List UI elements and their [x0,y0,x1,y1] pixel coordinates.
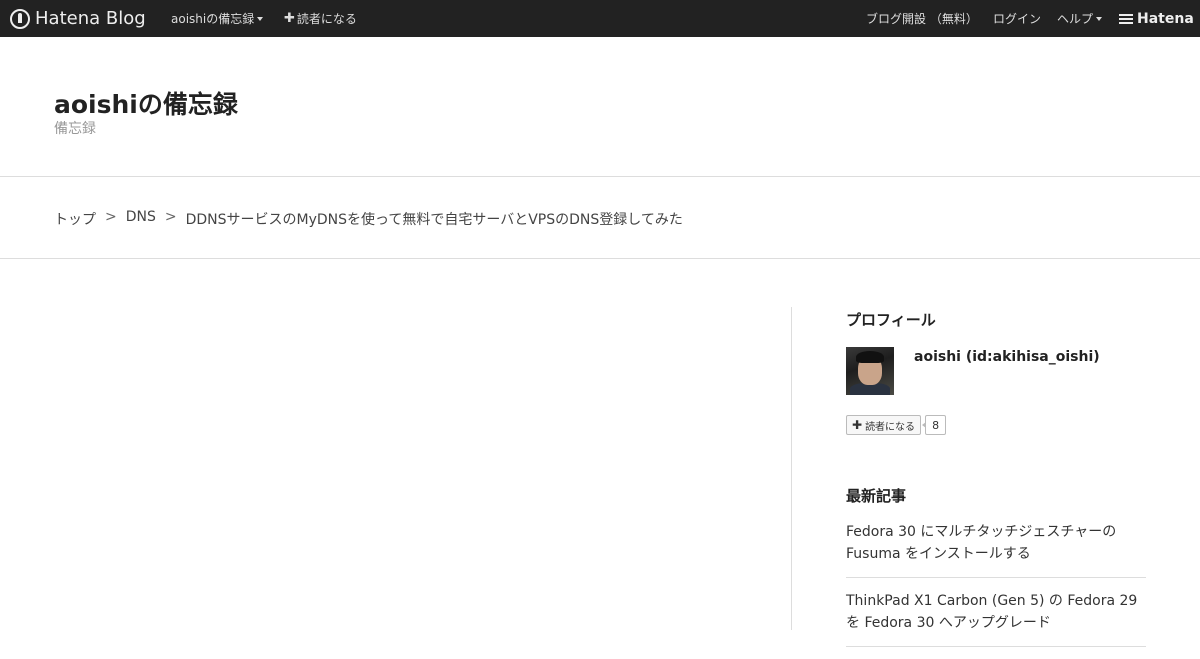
list-item[interactable]: Fedora 30 にマルチタッチジェスチャーの Fusuma をインストールす… [846,521,1146,578]
breadcrumb-separator: > [105,209,117,225]
hatena-logo-icon [1119,13,1133,24]
subscribe-button[interactable]: ✚ 読者になる [284,0,357,37]
logo-text: Hatena Blog [35,8,146,29]
subscriber-count[interactable]: 8 [922,415,947,435]
list-item[interactable]: ThinkPad X1 Carbon (Gen 5) の Fedora 29 を… [846,590,1146,647]
breadcrumb-top[interactable]: トップ [54,209,96,229]
profile-name[interactable]: aoishi (id:akihisa_oishi) [914,349,1100,365]
hatena-brand-link[interactable]: Hatena [1119,0,1194,37]
blog-menu-dropdown[interactable]: aoishiの備忘録 [171,0,264,37]
breadcrumb-category[interactable]: DNS [126,209,156,229]
chevron-down-icon [1096,16,1103,21]
recent-entries-title: 最新記事 [846,487,907,505]
profile-subscribe-button[interactable]: ✚ 読者になる [846,415,922,435]
plus-icon: ✚ [284,11,295,26]
global-header: Hatena Blog aoishiの備忘録 ✚ 読者になる ブログ開設 （無料… [0,0,1200,37]
hatena-blog-logo[interactable]: Hatena Blog [10,0,146,37]
breadcrumb-separator: > [164,209,177,225]
blog-description: 備忘録 [54,121,96,137]
blog-header: aoishiの備忘録 備忘録 [0,37,1200,177]
open-blog-link[interactable]: ブログ開設 （無料） [866,0,978,37]
recent-entries-list: Fedora 30 にマルチタッチジェスチャーの Fusuma をインストールす… [846,521,1146,659]
help-dropdown[interactable]: ヘルプ [1057,0,1103,37]
profile-subscribe: ✚ 読者になる 8 [846,415,947,435]
chevron-down-icon [257,16,264,21]
avatar[interactable] [846,347,894,395]
help-label: ヘルプ [1057,12,1094,26]
subscribe-label: 読者になる [296,12,357,26]
plus-icon: ✚ [852,418,863,432]
login-link[interactable]: ログイン [993,0,1041,37]
blog-menu-label: aoishiの備忘録 [171,12,255,26]
profile-subscribe-label: 読者になる [865,421,916,433]
breadcrumb: トップ > DNS > DDNSサービスのMyDNSを使って無料で自宅サーバとV… [0,177,1200,259]
content-divider [791,307,792,630]
breadcrumb-current: DDNSサービスのMyDNSを使って無料で自宅サーバとVPSのDNS登録してみた [185,212,683,228]
hatena-brand-text: Hatena [1137,10,1194,27]
blog-title[interactable]: aoishiの備忘録 [54,85,238,121]
profile-title: プロフィール [846,311,936,329]
hatena-blog-logo-icon [10,8,30,29]
